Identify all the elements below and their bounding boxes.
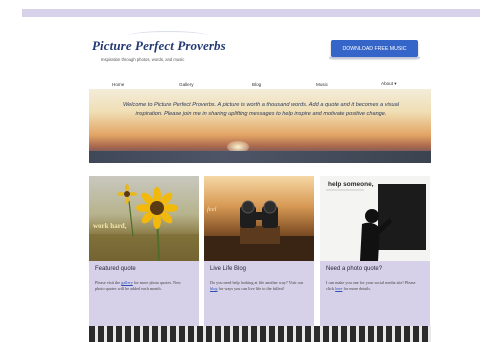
card-text-prefix: Do you need help looking at life another… — [210, 280, 304, 285]
card-body: Please visit the gallery for more photo … — [95, 280, 189, 292]
piano-keys-banner — [89, 326, 431, 342]
card-title[interactable]: Live Life Blog — [210, 266, 246, 272]
page-container: Picture Perfect Proverbs Inspiration thr… — [88, 28, 432, 342]
gallery-link[interactable]: gallery — [121, 280, 133, 285]
site-logo-title[interactable]: Picture Perfect Proverbs — [92, 38, 226, 54]
nav-item-gallery[interactable]: Gallery — [179, 82, 194, 87]
nav-item-home[interactable]: Home — [112, 82, 124, 87]
hero-ground — [89, 151, 431, 163]
card-body: Do you need help looking at life another… — [210, 280, 304, 292]
browser-top-bar — [22, 9, 480, 17]
sunflower-image[interactable]: work hard, — [89, 176, 199, 261]
image-caption: work hard, — [93, 222, 127, 230]
silhouette-illustration — [320, 176, 430, 261]
card-photo-quote-request: help someone, Need a photo quote? I can … — [320, 176, 430, 340]
card-text-suffix: for ways you can live life to the fulles… — [217, 286, 285, 292]
site-tagline: Inspiration through photos, words, and m… — [101, 57, 185, 62]
nav-item-about[interactable]: About ▾ — [381, 81, 397, 87]
silhouette-image[interactable]: help someone, — [320, 176, 430, 261]
card-title[interactable]: Need a photo quote? — [326, 266, 382, 272]
binoculars-illustration — [204, 200, 314, 261]
card-title[interactable]: Featured quote — [95, 266, 136, 272]
hero-welcome-text: Welcome to Picture Perfect Proverbs. A p… — [123, 102, 399, 117]
card-body: I can make you one for your social media… — [326, 280, 420, 292]
sunflower-illustration — [89, 184, 199, 261]
card-featured-quote: work hard, Featured quote Please visit t… — [89, 176, 199, 340]
nav-item-music[interactable]: Music — [316, 82, 328, 87]
binoculars-image[interactable]: feel — [204, 176, 314, 261]
image-caption: help someone, — [328, 181, 374, 188]
button-shadow — [329, 57, 420, 60]
image-caption: feel — [207, 206, 217, 213]
hero-banner: Welcome to Picture Perfect Proverbs. A p… — [89, 89, 431, 163]
card-text-prefix: Please visit the — [95, 280, 122, 285]
card-text-suffix: for more details. — [342, 286, 372, 292]
nav-item-blog[interactable]: Blog — [252, 82, 261, 87]
download-free-music-button[interactable]: DOWNLOAD FREE MUSIC — [331, 40, 418, 57]
card-live-life-blog: feel Live Life Blog Do you need help loo… — [204, 176, 314, 340]
